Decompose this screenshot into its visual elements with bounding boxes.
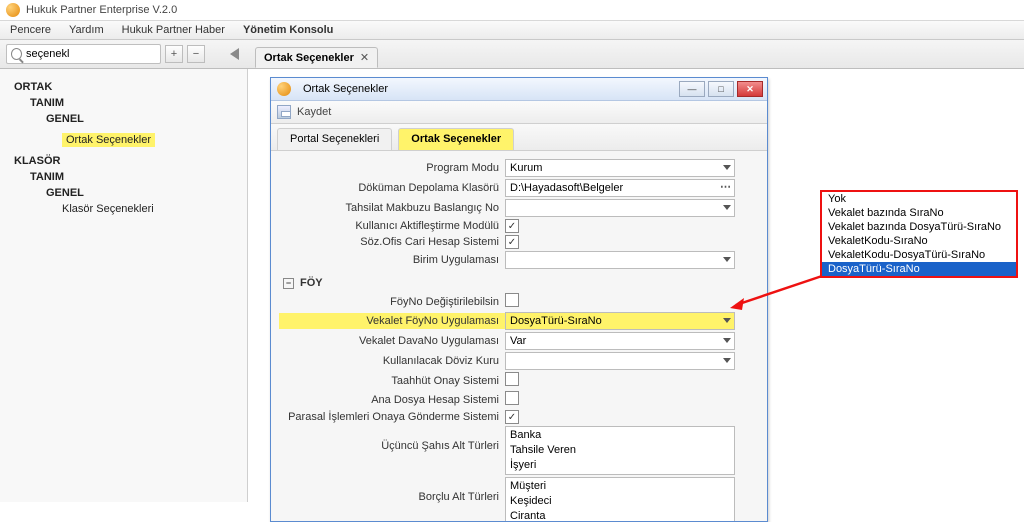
combo-vekalet-davano[interactable]: Var	[505, 332, 735, 350]
dropdown-option[interactable]: Yok	[822, 192, 1016, 206]
check-foyno-deg[interactable]	[505, 293, 519, 307]
check-taahhut[interactable]	[505, 372, 519, 386]
label-vekalet-foyno: Vekalet FöyNo Uygulaması	[279, 313, 505, 329]
label-birim: Birim Uygulaması	[279, 254, 505, 266]
menu-pencere[interactable]: Pencere	[10, 24, 51, 36]
list-item[interactable]: Banka	[510, 428, 730, 443]
sidebar-tree: ORTAK TANIM GENEL Ortak Seçenekler KLASÖ…	[0, 69, 248, 502]
maximize-button[interactable]: □	[708, 81, 734, 97]
tab-strip: Ortak Seçenekler ✕	[249, 40, 378, 68]
label-doviz: Kullanılacak Döviz Kuru	[279, 355, 505, 367]
label-tahsilat: Tahsilat Makbuzu Baslangıç No	[279, 202, 505, 214]
label-kullanici-aktif: Kullanıcı Aktifleştirme Modülü	[279, 220, 505, 232]
list-item[interactable]: Müşteri	[510, 479, 730, 494]
menu-yonetim[interactable]: Yönetim Konsolu	[243, 24, 333, 36]
list-borclu[interactable]: Müşteri Keşideci Ciranta	[505, 477, 735, 521]
tab-ortak[interactable]: Ortak Seçenekler	[398, 128, 514, 150]
app-icon	[6, 3, 20, 17]
combo-program-modu[interactable]: Kurum	[505, 159, 735, 177]
dropdown-option-selected[interactable]: DosyaTürü-SıraNo	[822, 262, 1016, 276]
dialog-titlebar: Ortak Seçenekler — □ ✕	[271, 78, 767, 101]
dropdown-option[interactable]: VekaletKodu-DosyaTürü-SıraNo	[822, 248, 1016, 262]
dropdown-popup: Yok Vekalet bazında SıraNo Vekalet bazın…	[820, 190, 1018, 278]
menu-bar: Pencere Yardım Hukuk Partner Haber Yönet…	[0, 21, 1024, 40]
label-vekalet-davano: Vekalet DavaNo Uygulaması	[279, 335, 505, 347]
form-area: Program Modu Kurum Döküman Depolama Klas…	[271, 151, 767, 521]
combo-tahsilat[interactable]	[505, 199, 735, 217]
menu-yardim[interactable]: Yardım	[69, 24, 104, 36]
search-icon	[11, 48, 22, 60]
toolbar-left: + −	[0, 40, 249, 68]
save-button[interactable]: Kaydet	[297, 106, 331, 118]
list-ucuncu-sahis[interactable]: Banka Tahsile Veren İşyeri	[505, 426, 735, 475]
minimize-button[interactable]: —	[679, 81, 705, 97]
app-title: Hukuk Partner Enterprise V.2.0	[26, 4, 177, 16]
tree-ortak[interactable]: ORTAK	[14, 81, 241, 93]
input-dokuman[interactable]: D:\Hayadasoft\Belgeler	[505, 179, 735, 197]
save-icon	[277, 105, 291, 119]
label-foyno-deg: FöyNo Değiştirilebilsin	[279, 296, 505, 308]
tab-portal[interactable]: Portal Seçenekleri	[277, 128, 392, 150]
section-foy[interactable]: − FÖY	[283, 277, 759, 289]
dialog-icon	[277, 82, 291, 96]
tree-genel1[interactable]: GENEL	[46, 113, 241, 125]
tree-genel2[interactable]: GENEL	[46, 187, 241, 199]
label-taahhut: Taahhüt Onay Sistemi	[279, 375, 505, 387]
section-toggle-icon: −	[283, 278, 294, 289]
label-dokuman: Döküman Depolama Klasörü	[279, 182, 505, 194]
check-soz-ofis[interactable]: ✓	[505, 235, 519, 249]
search-input[interactable]	[26, 48, 156, 60]
dropdown-option[interactable]: Vekalet bazında DosyaTürü-SıraNo	[822, 220, 1016, 234]
close-button[interactable]: ✕	[737, 81, 763, 97]
list-item[interactable]: Keşideci	[510, 494, 730, 509]
search-wrap[interactable]	[6, 44, 161, 64]
label-parasal: Parasal İşlemleri Onaya Gönderme Sistemi	[279, 411, 505, 423]
menu-haber[interactable]: Hukuk Partner Haber	[122, 24, 225, 36]
dropdown-option[interactable]: VekaletKodu-SıraNo	[822, 234, 1016, 248]
combo-birim[interactable]	[505, 251, 735, 269]
dialog-title: Ortak Seçenekler	[303, 83, 388, 95]
doc-tab-label: Ortak Seçenekler	[264, 52, 354, 64]
close-icon[interactable]: ✕	[360, 51, 369, 64]
doc-tab-ortak[interactable]: Ortak Seçenekler ✕	[255, 47, 378, 68]
back-arrow-icon[interactable]	[230, 48, 239, 60]
tree-ortak-secenekler[interactable]: Ortak Seçenekler	[62, 133, 155, 147]
label-ana-dosya: Ana Dosya Hesap Sistemi	[279, 394, 505, 406]
label-program-modu: Program Modu	[279, 162, 505, 174]
tree-tanim1[interactable]: TANIM	[30, 97, 241, 109]
tree-klasor[interactable]: KLASÖR	[14, 155, 241, 167]
list-item[interactable]: İşyeri	[510, 458, 730, 473]
dialog-toolbar: Kaydet	[271, 101, 767, 124]
list-item[interactable]: Tahsile Veren	[510, 443, 730, 458]
tree-tanim2[interactable]: TANIM	[30, 171, 241, 183]
check-parasal[interactable]: ✓	[505, 410, 519, 424]
label-borclu: Borçlu Alt Türleri	[279, 477, 505, 503]
app-title-bar: Hukuk Partner Enterprise V.2.0	[0, 0, 1024, 21]
list-item[interactable]: Ciranta	[510, 509, 730, 521]
dialog-ortak-secenekler: Ortak Seçenekler — □ ✕ Kaydet Portal Seç…	[270, 77, 768, 522]
expand-button[interactable]: +	[165, 45, 183, 63]
combo-vekalet-foyno[interactable]: DosyaTürü-SıraNo	[505, 312, 735, 330]
label-soz-ofis: Söz.Ofis Cari Hesap Sistemi	[279, 236, 505, 248]
toolbar-row: + − Ortak Seçenekler ✕	[0, 40, 1024, 69]
dropdown-option[interactable]: Vekalet bazında SıraNo	[822, 206, 1016, 220]
label-ucuncu-sahis: Üçüncü Şahıs Alt Türleri	[279, 426, 505, 452]
content-area: Ortak Seçenekler — □ ✕ Kaydet Portal Seç…	[248, 69, 1024, 502]
section-foy-label: FÖY	[300, 277, 323, 289]
tree-klasor-secenekleri[interactable]: Klasör Seçenekleri	[62, 203, 241, 215]
collapse-button[interactable]: −	[187, 45, 205, 63]
combo-doviz[interactable]	[505, 352, 735, 370]
dialog-tabs: Portal Seçenekleri Ortak Seçenekler	[271, 124, 767, 151]
check-ana-dosya[interactable]	[505, 391, 519, 405]
main-area: ORTAK TANIM GENEL Ortak Seçenekler KLASÖ…	[0, 69, 1024, 502]
check-kullanici-aktif[interactable]: ✓	[505, 219, 519, 233]
